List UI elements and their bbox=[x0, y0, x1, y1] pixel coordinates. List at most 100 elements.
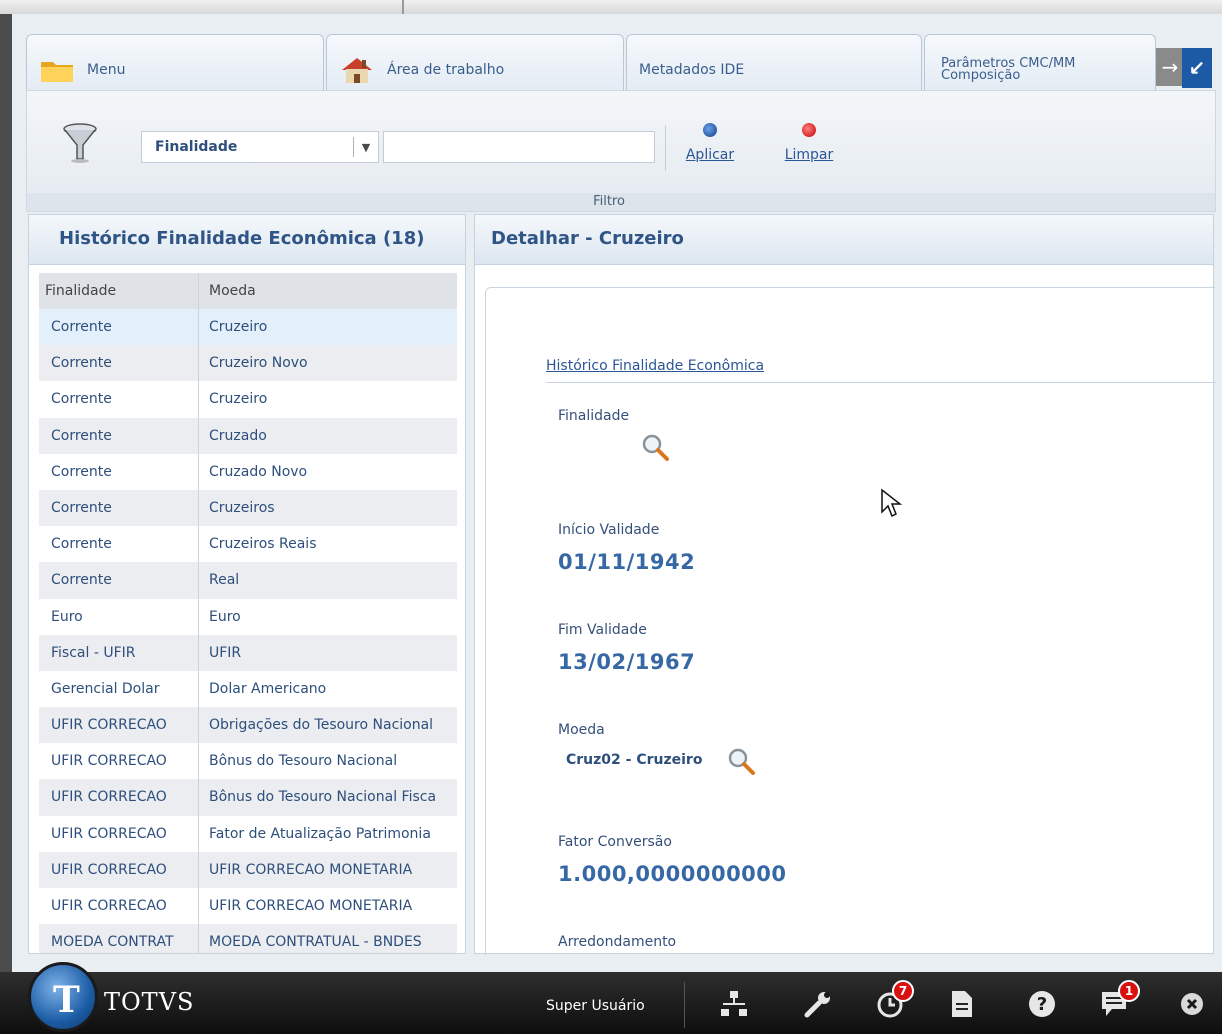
tab-scroll-right-icon[interactable]: → bbox=[1156, 48, 1184, 86]
cell-finalidade: UFIR CORRECAO bbox=[39, 743, 199, 780]
filter-field-select[interactable]: Finalidade ▼ bbox=[141, 131, 379, 163]
section-link[interactable]: Histórico Finalidade Econômica bbox=[546, 358, 764, 374]
table-row[interactable]: UFIR CORRECAO Obrigações do Tesouro Nacio… bbox=[39, 707, 457, 744]
table-row[interactable]: UFIR CORRECAO UFIR CORRECAO MONETARIA bbox=[39, 851, 457, 888]
cell-finalidade: Corrente bbox=[39, 345, 199, 382]
moeda-label: Moeda bbox=[558, 722, 605, 738]
cell-finalidade: UFIR CORRECAO bbox=[39, 888, 199, 925]
close-icon[interactable] bbox=[1174, 984, 1210, 1024]
tab-menu-label: Menu bbox=[87, 61, 126, 78]
detail-panel: Detalhar - Cruzeiro Histórico Finalidade… bbox=[474, 214, 1216, 955]
moeda-search-icon[interactable] bbox=[726, 746, 756, 776]
cell-moeda: Obrigações do Tesouro Nacional bbox=[209, 717, 434, 734]
cell-moeda: UFIR CORRECAO MONETARIA bbox=[209, 861, 413, 878]
cell-finalidade: Corrente bbox=[39, 453, 199, 490]
history-panel: Histórico Finalidade Econômica (18) Fina… bbox=[28, 214, 466, 954]
cell-moeda: Bônus do Tesouro Nacional Fisca bbox=[209, 789, 437, 806]
table-row[interactable]: Corrente Cruzado Novo bbox=[39, 453, 457, 490]
document-icon[interactable] bbox=[944, 984, 980, 1024]
table-row[interactable]: Corrente Cruzado bbox=[39, 417, 457, 454]
help-icon[interactable]: ? bbox=[1024, 984, 1060, 1024]
user-name[interactable]: Super Usuário bbox=[546, 998, 645, 1014]
table-row[interactable]: UFIR CORRECAO UFIR CORRECAO MONETARIA bbox=[39, 888, 457, 925]
cell-moeda: Dolar Americano bbox=[209, 680, 327, 697]
top-strip-notch bbox=[402, 0, 404, 14]
tasks-icon[interactable]: 7 bbox=[872, 980, 914, 1024]
table-row[interactable]: Corrente Cruzeiros Reais bbox=[39, 526, 457, 563]
hierarchy-icon[interactable] bbox=[716, 984, 752, 1024]
cell-finalidade: MOEDA CONTRAT bbox=[39, 924, 199, 953]
cell-moeda: Euro bbox=[209, 608, 241, 625]
filter-divider bbox=[665, 125, 666, 171]
cell-moeda: Cruzeiro Novo bbox=[209, 355, 308, 372]
expand-icon[interactable]: ↙ bbox=[1182, 48, 1212, 88]
cell-finalidade: Euro bbox=[39, 598, 199, 635]
tab-parametros-label: Parâmetros CMC/MM Composição bbox=[941, 57, 1075, 83]
cell-moeda: UFIR CORRECAO MONETARIA bbox=[209, 898, 413, 914]
cell-moeda: Bônus do Tesouro Nacional bbox=[209, 753, 398, 770]
cell-moeda: Cruzado Novo bbox=[209, 463, 308, 480]
grid-rows: Corrente Cruzeiro Corrente Cruzeiro Novo Cor… bbox=[39, 309, 457, 953]
cell-finalidade: Corrente bbox=[39, 489, 199, 527]
cell-moeda: Cruzeiros bbox=[209, 499, 275, 516]
chevron-down-icon[interactable]: ▼ bbox=[354, 141, 378, 154]
fator-conversao-label: Fator Conversão bbox=[558, 834, 672, 850]
table-row[interactable]: Corrente Cruzeiros bbox=[39, 489, 457, 527]
mouse-cursor-icon bbox=[881, 488, 902, 518]
wrench-icon[interactable] bbox=[800, 984, 836, 1024]
column-header-moeda[interactable]: Moeda bbox=[199, 273, 457, 309]
table-row[interactable]: Corrente Cruzeiro Novo bbox=[39, 345, 457, 382]
funnel-icon bbox=[63, 123, 97, 163]
cell-finalidade: Corrente bbox=[39, 381, 199, 418]
close-icon-svg bbox=[1181, 993, 1203, 1015]
cell-moeda: Fator de Atualização Patrimonia bbox=[209, 825, 431, 842]
hierarchy-icon-svg bbox=[721, 991, 747, 1016]
detail-form: Histórico Finalidade Econômica Finalidad… bbox=[485, 287, 1216, 955]
house-icon bbox=[342, 57, 372, 83]
filter-caption-text: Filtro bbox=[593, 194, 625, 209]
history-title: Histórico Finalidade Econômica (18) bbox=[29, 215, 465, 265]
history-grid: Finalidade Moeda Corrente Cruzeiro Corrent… bbox=[39, 273, 457, 953]
inicio-validade-label: Início Validade bbox=[558, 522, 660, 538]
cell-finalidade: UFIR CORRECAO bbox=[39, 779, 199, 816]
svg-text:?: ? bbox=[1037, 994, 1047, 1015]
finalidade-label: Finalidade bbox=[558, 408, 630, 424]
filter-caption: Filtro bbox=[27, 193, 1215, 211]
table-row[interactable]: Gerencial Dolar Dolar Americano bbox=[39, 670, 457, 708]
table-row[interactable]: UFIR CORRECAO Bônus do Tesouro Nacional bbox=[39, 743, 457, 780]
totvs-logo-icon[interactable]: T bbox=[28, 962, 98, 1032]
table-row[interactable]: Fiscal - UFIR UFIR bbox=[39, 634, 457, 671]
search-icon[interactable] bbox=[640, 432, 670, 462]
wrench-icon-svg bbox=[804, 992, 830, 1018]
messages-icon[interactable]: 1 bbox=[1098, 980, 1140, 1024]
table-row[interactable]: Corrente Cruzeiro bbox=[39, 309, 457, 346]
cell-moeda: Cruzado bbox=[209, 427, 267, 444]
logo-glyph: T bbox=[53, 979, 80, 1021]
table-row[interactable]: MOEDA CONTRAT MOEDA CONTRATUAL - BNDES bbox=[39, 924, 457, 953]
fim-validade-label: Fim Validade bbox=[558, 622, 647, 638]
table-row[interactable]: Corrente Real bbox=[39, 562, 457, 599]
arredondamento-label: Arredondamento bbox=[558, 934, 677, 950]
tab-metadados-label: Metadados IDE bbox=[639, 61, 745, 78]
brand-name: TOTVS bbox=[104, 988, 195, 1016]
cell-moeda: Real bbox=[209, 572, 240, 589]
cell-finalidade: Gerencial Dolar bbox=[39, 670, 199, 708]
column-header-finalidade[interactable]: Finalidade bbox=[39, 273, 199, 309]
cell-moeda: Cruzeiro bbox=[209, 319, 268, 335]
grid-header: Finalidade Moeda bbox=[39, 273, 457, 309]
detail-title: Detalhar - Cruzeiro bbox=[475, 215, 1213, 265]
filter-input[interactable] bbox=[383, 131, 655, 163]
table-row[interactable]: Euro Euro bbox=[39, 598, 457, 635]
fator-conversao-value: 1.000,0000000000 bbox=[558, 862, 787, 886]
cell-finalidade: Corrente bbox=[39, 309, 199, 346]
cell-finalidade: Corrente bbox=[39, 526, 199, 563]
clear-button[interactable]: Limpar bbox=[779, 123, 839, 163]
inicio-validade-value: 01/11/1942 bbox=[558, 550, 696, 574]
table-row[interactable]: Corrente Cruzeiro bbox=[39, 381, 457, 418]
table-row[interactable]: UFIR CORRECAO Bônus do Tesouro Nacional F… bbox=[39, 779, 457, 816]
cell-moeda: UFIR bbox=[209, 644, 242, 661]
tab-parametros-line2: Composição bbox=[941, 67, 1021, 83]
help-icon-svg: ? bbox=[1029, 991, 1055, 1017]
apply-button[interactable]: Aplicar bbox=[681, 123, 739, 163]
table-row[interactable]: UFIR CORRECAO Fator de Atualização Patrim… bbox=[39, 815, 457, 852]
